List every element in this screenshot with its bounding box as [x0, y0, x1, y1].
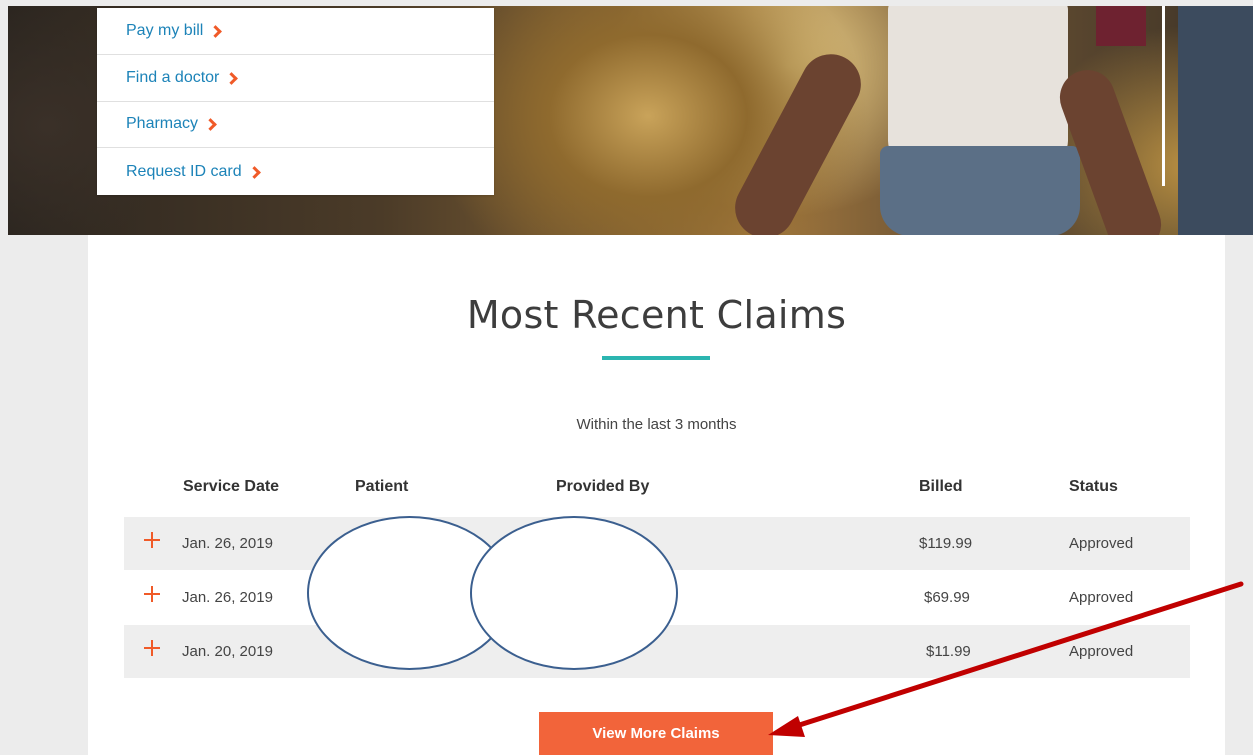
status-cell: Approved — [1069, 589, 1134, 606]
billed-cell: $119.99 — [919, 535, 973, 552]
column-header-billed: Billed — [919, 478, 963, 495]
plus-icon[interactable] — [144, 586, 160, 602]
column-header-provided-by: Provided By — [556, 478, 650, 495]
quick-link-label: Request ID card — [126, 162, 242, 180]
service-date-cell: Jan. 26, 2019 — [182, 589, 273, 606]
pharmacy-link[interactable]: Pharmacy — [97, 102, 494, 149]
claims-subtitle: Within the last 3 months — [576, 416, 737, 433]
column-header-service-date: Service Date — [183, 478, 280, 495]
plus-icon[interactable] — [144, 640, 160, 656]
billed-cell: $69.99 — [924, 589, 970, 606]
hero-divider — [1162, 6, 1165, 186]
quick-link-label: Pharmacy — [126, 115, 199, 133]
request-id-card-link[interactable]: Request ID card — [97, 148, 494, 195]
view-more-claims-button[interactable]: View More Claims — [539, 712, 773, 755]
quick-link-label: Find a doctor — [126, 68, 220, 86]
title-underline — [602, 356, 710, 360]
claims-panel: Most Recent Claims Within the last 3 mon… — [88, 235, 1225, 755]
chevron-right-icon — [247, 165, 261, 179]
chevron-right-icon — [204, 118, 217, 132]
view-more-claims-label: View More Claims — [592, 725, 720, 742]
column-header-status: Status — [1069, 478, 1118, 495]
hero-photo-shorts — [880, 146, 1080, 235]
status-cell: Approved — [1069, 535, 1134, 552]
status-cell: Approved — [1069, 643, 1134, 660]
pay-my-bill-link[interactable]: Pay my bill — [97, 8, 494, 55]
hero-photo-arm — [724, 43, 872, 235]
hero-photo-jeans — [1178, 6, 1253, 235]
claims-title: Most Recent Claims — [466, 293, 847, 337]
billed-cell: $11.99 — [926, 643, 971, 660]
quick-link-label: Pay my bill — [126, 21, 204, 39]
service-date-cell: Jan. 26, 2019 — [182, 535, 273, 552]
column-header-patient: Patient — [355, 478, 409, 495]
quick-links-card: Pay my bill Find a doctor Pharmacy Reque… — [97, 8, 494, 195]
plus-icon[interactable] — [144, 532, 160, 548]
find-a-doctor-link[interactable]: Find a doctor — [97, 55, 494, 102]
hero-photo-sleeve — [1096, 6, 1146, 46]
chevron-right-icon — [225, 71, 239, 85]
chevron-right-icon — [209, 25, 223, 38]
redaction-oval — [470, 516, 678, 670]
service-date-cell: Jan. 20, 2019 — [182, 643, 273, 660]
hero-photo-shirt — [888, 6, 1068, 161]
